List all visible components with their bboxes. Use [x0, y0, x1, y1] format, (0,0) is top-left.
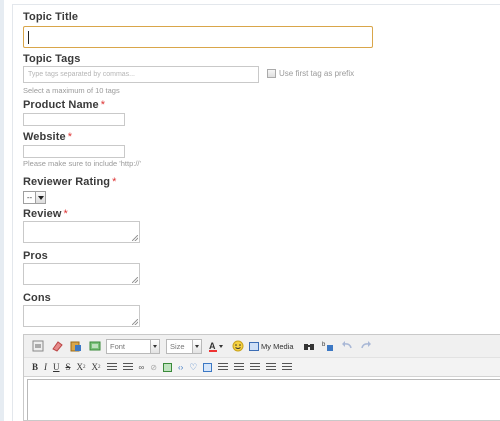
align-left-icon[interactable] [250, 362, 261, 372]
website-label-text: Website [23, 131, 66, 143]
topic-title-label: Topic Title [23, 11, 79, 23]
reviewer-rating-select[interactable]: -- [23, 191, 46, 204]
indent-icon[interactable] [234, 362, 245, 372]
svg-text:b: b [322, 342, 326, 348]
reviewer-rating-label: Reviewer Rating * [23, 176, 116, 188]
link-icon[interactable]: ∞ [139, 361, 145, 374]
underline-button[interactable]: U [53, 361, 60, 374]
bulleted-list-icon[interactable] [106, 362, 117, 372]
tags-help-text: Select a maximum of 10 tags [23, 86, 120, 95]
numbered-list-icon[interactable] [122, 362, 133, 372]
topic-tags-input[interactable]: Type tags separated by commas... [23, 66, 259, 83]
dropdown-arrow-icon[interactable] [35, 192, 45, 203]
editor-toolbar-top: Font Size A My Media b [24, 335, 500, 358]
pros-label: Pros [23, 250, 48, 262]
italic-button[interactable]: I [44, 361, 47, 374]
topic-tags-label: Topic Tags [23, 53, 81, 65]
editor-toolbar-bottom: B I U S X2 X2 ∞ ⊘ ‹› ♡ [24, 358, 500, 377]
size-select-value: Size [170, 341, 185, 351]
special-block-icon[interactable] [203, 362, 213, 372]
binoculars-icon[interactable] [302, 339, 317, 354]
left-rule [0, 0, 4, 421]
source-icon[interactable] [30, 339, 45, 354]
paste-word-icon[interactable] [68, 339, 83, 354]
svg-text:A: A [209, 341, 216, 351]
code-icon[interactable]: ‹› [178, 361, 183, 374]
font-select-value: Font [110, 341, 126, 351]
required-marker: * [63, 208, 68, 220]
superscript-button[interactable]: X2 [92, 361, 101, 374]
cons-textarea[interactable] [23, 305, 140, 327]
bold-button[interactable]: B [32, 361, 38, 374]
size-dropdown-arrow-icon [192, 339, 201, 353]
emoticon-icon[interactable] [230, 339, 245, 354]
required-marker: * [112, 176, 117, 188]
topic-title-input[interactable] [23, 26, 373, 48]
use-prefix-option[interactable]: Use first tag as prefix [267, 69, 354, 78]
my-media-button[interactable]: My Media [249, 341, 294, 351]
subscript-button[interactable]: X2 [77, 361, 86, 374]
use-prefix-label: Use first tag as prefix [279, 69, 355, 78]
media-icon [249, 341, 259, 351]
reviewer-rating-label-text: Reviewer Rating [23, 176, 111, 188]
replace-icon[interactable]: b [321, 339, 336, 354]
align-center-icon[interactable] [266, 362, 277, 372]
required-marker: * [100, 99, 106, 111]
product-name-label-text: Product Name [23, 99, 99, 111]
outdent-icon[interactable] [218, 362, 229, 372]
editor-content-area[interactable] [27, 379, 500, 420]
required-marker: * [67, 131, 73, 143]
size-select[interactable]: Size [166, 338, 202, 354]
font-dropdown-arrow-icon [150, 339, 159, 353]
website-input[interactable] [23, 145, 125, 158]
rich-text-editor: Font Size A My Media b B I U S X 2 X 2 ∞… [23, 334, 500, 421]
product-name-input[interactable] [23, 113, 125, 126]
resize-grip-icon[interactable] [132, 319, 138, 325]
review-label: Review * [23, 208, 68, 220]
resize-grip-icon[interactable] [132, 277, 138, 283]
align-right-icon[interactable] [282, 362, 293, 372]
font-select[interactable]: Font [106, 338, 160, 354]
undo-icon[interactable] [340, 339, 355, 354]
cons-label: Cons [23, 292, 51, 304]
pros-textarea[interactable] [23, 263, 140, 285]
review-textarea[interactable] [23, 221, 140, 243]
image-icon[interactable] [162, 362, 172, 372]
my-media-label: My Media [261, 341, 294, 351]
product-name-label: Product Name * [23, 99, 105, 111]
paste-text-icon[interactable] [87, 339, 102, 354]
redo-icon[interactable] [359, 339, 374, 354]
unlink-icon[interactable]: ⊘ [150, 361, 157, 374]
eraser-icon[interactable] [49, 339, 64, 354]
website-help-text: Please make sure to include 'http://' [23, 159, 141, 168]
page: Topic Title Topic Tags Type tags separat… [0, 0, 500, 421]
quote-icon[interactable]: ♡ [189, 361, 197, 374]
reviewer-rating-value: -- [26, 193, 33, 202]
resize-grip-icon[interactable] [132, 235, 138, 241]
text-color-icon[interactable]: A [208, 339, 226, 354]
review-label-text: Review [23, 208, 62, 220]
website-label: Website * [23, 131, 72, 143]
use-prefix-checkbox[interactable] [267, 69, 276, 78]
text-caret [28, 31, 29, 44]
strikethrough-button[interactable]: S [66, 361, 71, 374]
